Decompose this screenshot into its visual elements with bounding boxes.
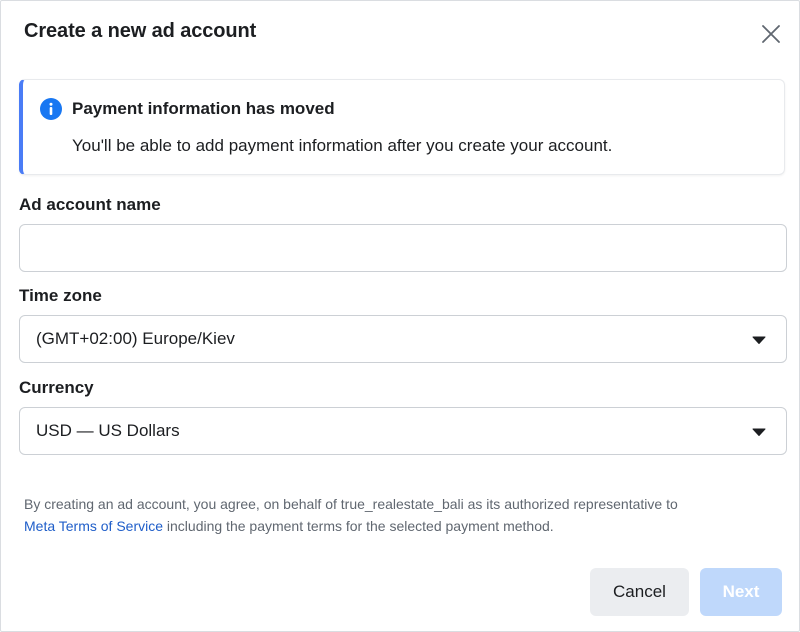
account-name-label: Ad account name: [19, 195, 161, 214]
terms-text: By creating an ad account, you agree, on…: [24, 493, 784, 537]
dialog-header: Create a new ad account: [1, 1, 799, 65]
close-icon: [762, 25, 780, 43]
dialog-title: Create a new ad account: [24, 20, 257, 42]
terms-text-before: By creating an ad account, you agree, on…: [24, 496, 678, 512]
time-zone-value: (GMT+02:00) Europe/Kiev: [36, 329, 235, 348]
currency-value: USD — US Dollars: [36, 421, 180, 440]
notice-body: You'll be able to add payment informatio…: [72, 136, 613, 155]
currency-label: Currency: [19, 378, 94, 397]
caret-down-icon: [752, 336, 766, 344]
create-ad-account-dialog: Create a new ad account Payment informat…: [0, 0, 800, 632]
caret-down-icon: [752, 428, 766, 436]
meta-terms-link[interactable]: Meta Terms of Service: [24, 518, 163, 534]
notice-title: Payment information has moved: [72, 99, 335, 118]
close-button[interactable]: [757, 20, 785, 48]
terms-text-after: including the payment terms for the sele…: [166, 518, 554, 534]
info-icon: [40, 98, 62, 120]
cancel-button[interactable]: Cancel: [590, 568, 689, 616]
time-zone-select[interactable]: (GMT+02:00) Europe/Kiev: [19, 315, 787, 363]
payment-notice: Payment information has moved You'll be …: [19, 79, 785, 175]
currency-select[interactable]: USD — US Dollars: [19, 407, 787, 455]
account-name-input[interactable]: [19, 224, 787, 272]
time-zone-label: Time zone: [19, 286, 102, 305]
next-button[interactable]: Next: [700, 568, 782, 616]
